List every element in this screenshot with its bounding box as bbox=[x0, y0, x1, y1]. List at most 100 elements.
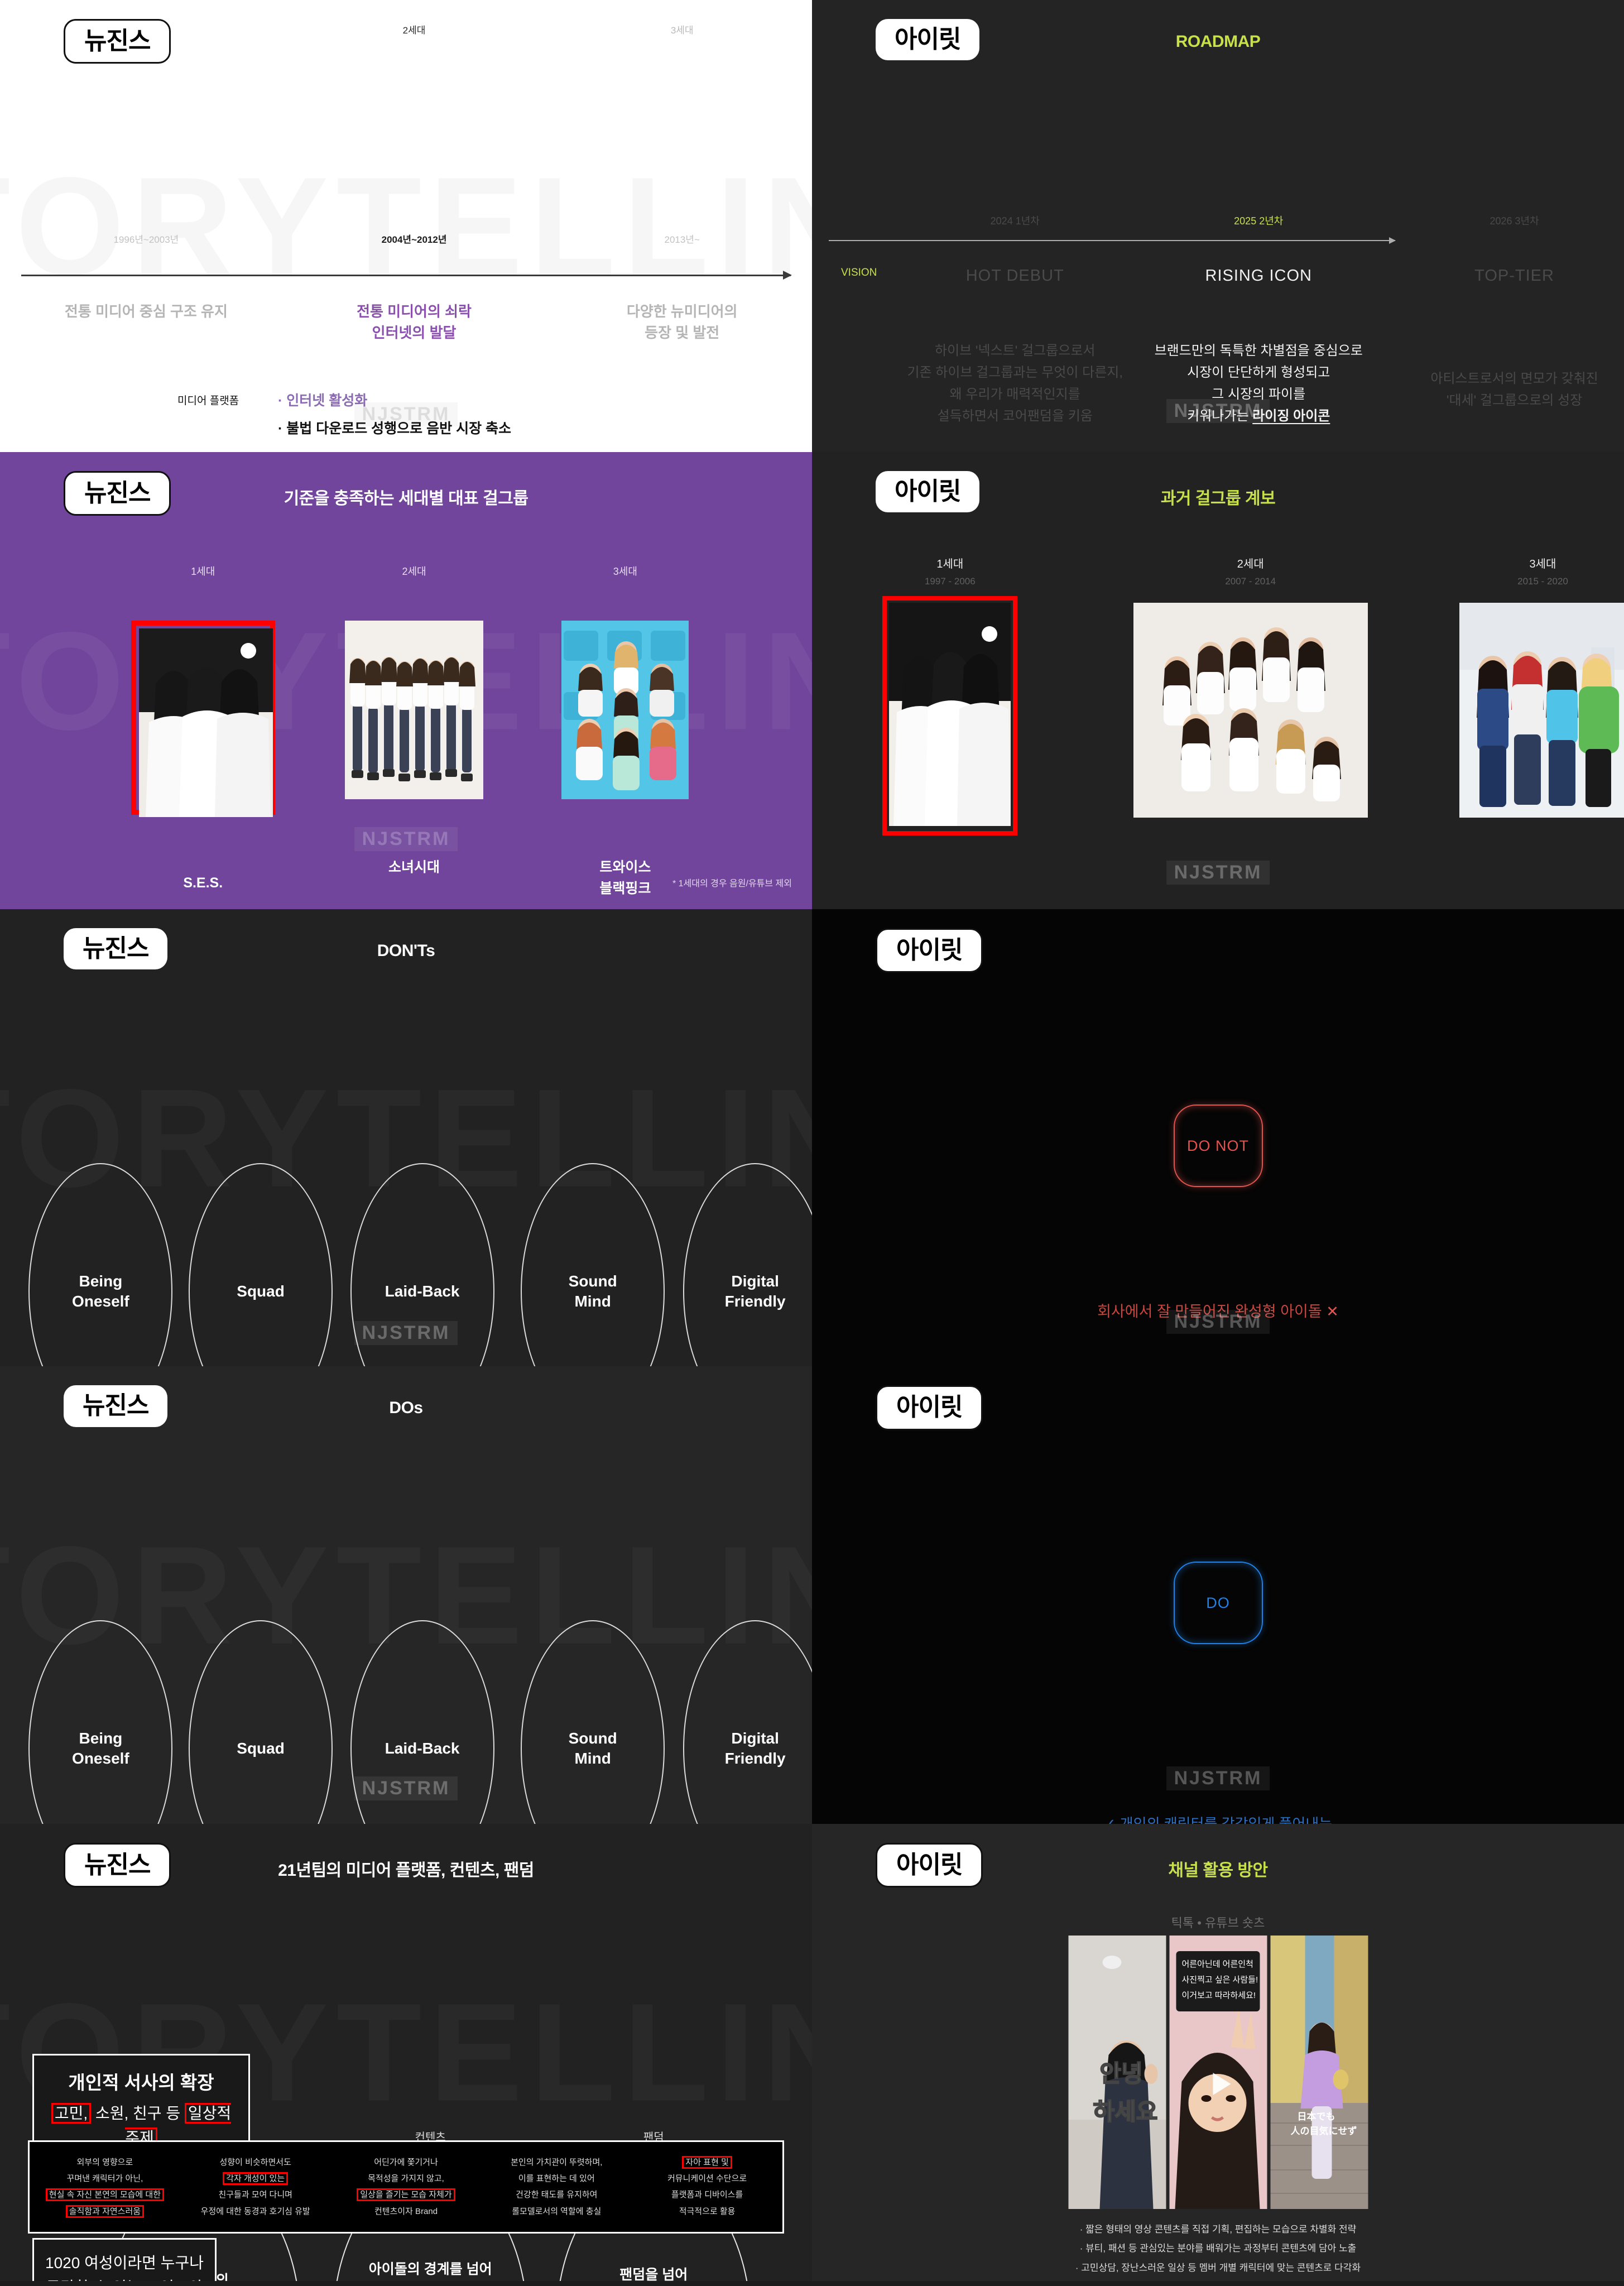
brand-chip-newjeans: 뉴진스 bbox=[64, 928, 168, 970]
timeline-year-2: 2004년~2012년 bbox=[381, 234, 447, 245]
thumbnail-greeting: 안녕 하세요 bbox=[1068, 1935, 1166, 2209]
girlgroup-name-1: S.E.S. bbox=[183, 875, 223, 891]
photo-blackpink bbox=[1459, 603, 1624, 818]
highlight-box: 현실 속 자신 본연의 모습에 대한 bbox=[45, 2188, 165, 2202]
stripe-line: 성향이 비슷하면서도 bbox=[219, 2157, 291, 2167]
girlgroup-name-2: 소녀시대 bbox=[388, 859, 440, 875]
slide-deck: STORYTELLING 뉴진스 1세대 2세대 3세대 1996년~2003년… bbox=[0, 0, 1624, 2281]
video-card-1[interactable]: 안녕 하세요 bbox=[1068, 1935, 1166, 2209]
stripe-line: 꾸며낸 캐릭터가 아닌, bbox=[66, 2174, 143, 2183]
oval-label: Sound Mind bbox=[568, 1272, 617, 1310]
oval-1: Being Oneself bbox=[28, 1620, 173, 1824]
do-line-1: ✓ 개인의 캐릭터를 감각있게 풀어내는 젊은 크리에이터를 표방 bbox=[812, 1813, 1624, 1823]
slide-girlgroup-lineage: 아이릿 과거 걸그룹 계보 1세대 2세대 3세대 1997 - 2006 20… bbox=[812, 452, 1624, 910]
do-not-line-1: 회사에서 잘 만들어진 완성형 아이돌 ✕ bbox=[1097, 1303, 1339, 1320]
overlay-line-2: 사진찍고 싶은 사람들! bbox=[1181, 1975, 1258, 1985]
stripe-line: 솔직함과 자연스러움 bbox=[30, 2203, 180, 2220]
roadmap-vision-3: TOP-TIER bbox=[1474, 267, 1554, 285]
girlgroup-photo-3 bbox=[556, 621, 694, 799]
detail-block-list: 미디어 플랫폼인터넷 활성화불법 다운로드 성행으로 음반 시장 축소컨텐츠케이… bbox=[177, 391, 736, 452]
stripe-line: 어딘가에 쫓기거나 bbox=[374, 2157, 438, 2167]
highlight-box: 솔직함과 자연스러움 bbox=[65, 2205, 145, 2218]
generation-label-2: 2세대 bbox=[402, 566, 426, 577]
stripe-column: 본인의 가치관이 뚜렷하며, 이를 표현하는 데 있어 건강한 태도를 유지하여 롤모… bbox=[481, 2154, 632, 2220]
stripe-column: 외부의 영향으로꾸며낸 캐릭터가 아닌, 현실 속 자신 본연의 모습에 대한솔직… bbox=[30, 2154, 180, 2220]
girlgroup-columns: 1세대 S.E.S. 2세대 소녀시대 3세대 트와이스 블랙핑크 bbox=[0, 564, 812, 896]
highlight-box: 자아 표현 및 bbox=[682, 2155, 732, 2169]
channel-bullet-list: · 짧은 형태의 영상 콘텐츠를 직접 기획, 편집하는 모습으로 차별화 전략… bbox=[812, 2220, 1624, 2281]
oval-2: Squad bbox=[189, 1620, 333, 1824]
timeline-axis-arrow bbox=[21, 271, 792, 280]
slide-dos: STORYTELLING 뉴진스 DOs Being Oneself외부의 영향… bbox=[0, 1366, 812, 1824]
footnote: * 1세대의 경우 음원/유튜브 제외 bbox=[672, 879, 792, 889]
slide-roadmap: 아이릿 ROADMAP 2024 1년차 2025 2년차 2026 3년차 V… bbox=[812, 0, 1624, 452]
brand-chip-irit: 아이릿 bbox=[876, 928, 983, 973]
roadmap-vision-1: HOT DEBUT bbox=[965, 267, 1064, 285]
photo-ses bbox=[138, 628, 273, 817]
annotation-box-2: 1020 여성이라면 누구나 공감할 수 있는 포인트와 시대적인 니즈를 반영… bbox=[32, 2237, 217, 2281]
timeline-year-3: 2013년~ bbox=[664, 234, 700, 245]
oval-4: Sound Mind bbox=[521, 1620, 665, 1824]
detail-bullet: 인터넷 활성화 bbox=[278, 391, 736, 412]
detail-bullet: 불법 다운로드 성행으로 음반 시장 축소 bbox=[278, 419, 736, 440]
video-card-2[interactable]: 어른아닌데 어른인척 사진찍고 싶은 사람들! 이거보고 따라하세요! bbox=[1169, 1935, 1267, 2209]
roadmap-year-2: 2025 2년차 bbox=[1234, 215, 1284, 227]
girlgroup-column-1: 1세대 S.E.S. bbox=[111, 564, 295, 894]
slide-channel-strategy: 아이릿 채널 활용 방안 틱톡 • 유튜브 숏츠 안녕 하세요 어른아닌데 어른… bbox=[812, 1823, 1624, 2281]
oval-label: Laid-Back bbox=[385, 1282, 460, 1300]
brand-chip-newjeans: 뉴진스 bbox=[64, 19, 171, 64]
channel-bullet: · 뷰티, 패션 등 관심있는 분야를 배워가는 과정부터 콘텐츠에 담아 노출 bbox=[1079, 2243, 1357, 2254]
roadmap-year-1: 2024 1년차 bbox=[990, 215, 1040, 227]
brand-chip-newjeans: 뉴진스 bbox=[64, 1385, 168, 1427]
generation-label-3: 3세대 bbox=[613, 566, 637, 577]
stripe-line: 각자 개성이 있는 bbox=[180, 2170, 331, 2187]
oval-2: Squad bbox=[189, 1163, 333, 1367]
thumbnail-japan-street: 日本でも 人の目気にせず bbox=[1270, 1935, 1368, 2209]
stripe-line: 자아 표현 및 bbox=[632, 2154, 782, 2170]
oval-3: Laid-Back bbox=[350, 1163, 494, 1367]
photo-snsd bbox=[345, 621, 484, 799]
stripe-line: 커뮤니케이션 수단으로 bbox=[667, 2174, 747, 2183]
stripe-line: 우정에 대한 동경과 호기심 유발 bbox=[200, 2206, 310, 2216]
video-card-3[interactable]: 日本でも 人の目気にせず bbox=[1270, 1935, 1368, 2209]
lineage-year-1: 1997 - 2006 bbox=[924, 576, 976, 587]
stripe-line: 현실 속 자신 본연의 모습에 대한 bbox=[30, 2187, 180, 2203]
roadmap-body-3: 아티스트로서의 면모가 갖춰진 '대세' 걸그룹으로의 성장 bbox=[1430, 371, 1598, 408]
oval-content-text: 아이돌의 경계를 넘어 Influencer로 포지셔닝 bbox=[368, 2261, 492, 2277]
lineage-photo-2 bbox=[1133, 603, 1368, 820]
detail-block-row: 미디어 플랫폼 인터넷 활성화불법 다운로드 성행으로 음반 시장 축소 bbox=[177, 391, 736, 446]
slide-do-not: 아이릿 DO NOT 회사에서 잘 만들어진 완성형 아이돌 ✕ 자아없는 평범… bbox=[812, 909, 1624, 1367]
oval-1: Being Oneself bbox=[28, 1163, 173, 1367]
lineage-photo-3 bbox=[1459, 603, 1624, 820]
oval-fandom-text: 팬덤을 넘어1020 대중에게 접근 Lifestyle 전반에 영향 bbox=[619, 2266, 688, 2281]
stripe-line: 플랫폼과 디바이스를 bbox=[671, 2190, 743, 2200]
video-card-gallery: 안녕 하세요 어른아닌데 어른인척 사진찍고 싶은 사람들! 이거보고 따라하세… bbox=[1068, 1935, 1368, 2209]
lineage-photo-1-highlighted bbox=[882, 596, 1018, 835]
brand-chip-newjeans: 뉴진스 bbox=[64, 471, 171, 516]
stripe-line: 일상을 즐기는 모습 자체가 bbox=[331, 2187, 482, 2203]
overlay-line-2: 하세요 bbox=[1093, 2098, 1157, 2125]
channel-bullet: · 누군가가 만들어준 어색한 느낌이 아니라 자유로운 주체성이 느껴지는 바… bbox=[812, 2278, 1624, 2281]
roadmap-vision-label: VISION bbox=[841, 267, 877, 278]
stripe-column: 성향이 비슷하면서도각자 개성이 있는친구들과 모여 다니며우정에 대한 동경과… bbox=[180, 2154, 331, 2220]
slide-representative-girlgroups: STORYTELLING 뉴진스 기준을 충족하는 세대별 대표 걸그룹 1세대 bbox=[0, 452, 812, 910]
detail-block-label: 미디어 플랫폼 bbox=[177, 395, 239, 407]
highlight-box: 일상을 즐기는 모습 자체가 bbox=[357, 2188, 455, 2202]
slide-donts: STORYTELLING 뉴진스 DON'Ts Being Oneself역할 … bbox=[0, 909, 812, 1367]
photo-twice-blackpink bbox=[561, 621, 689, 799]
brand-chip-irit: 아이릿 bbox=[876, 471, 980, 513]
roadmap-year-3: 2026 3년차 bbox=[1490, 215, 1539, 227]
oval-label: Sound Mind bbox=[568, 1729, 617, 1768]
stripe-column: 어딘가에 쫓기거나 목적성을 가지지 않고, 일상을 즐기는 모습 자체가 컨텐츠이자… bbox=[331, 2154, 482, 2220]
overlay-line-2: 人の目気にせず bbox=[1290, 2125, 1357, 2136]
channel-bullet: · 짧은 형태의 영상 콘텐츠를 직접 기획, 편집하는 모습으로 차별화 전략 bbox=[1079, 2223, 1357, 2235]
girlgroup-column-3: 3세대 트와이스 블랙핑크 bbox=[533, 564, 717, 899]
stripe-line: 친구들과 모여 다니며 bbox=[218, 2190, 292, 2200]
stripe-column: 자아 표현 및 커뮤니케이션 수단으로 플랫폼과 디바이스를 적극적으로 활용 bbox=[632, 2154, 782, 2220]
stripe-line: 외부의 영향으로 bbox=[76, 2157, 133, 2167]
timeline-caption-1: 전통 미디어 중심 구조 유지 bbox=[64, 303, 228, 320]
oval-4: Sound Mind bbox=[521, 1163, 665, 1367]
annotation-heading: 개인적 서사의 확장 bbox=[68, 2072, 214, 2093]
timeline-year-1: 1996년~2003년 bbox=[113, 234, 179, 245]
generation-label-3: 3세대 bbox=[1529, 558, 1556, 570]
